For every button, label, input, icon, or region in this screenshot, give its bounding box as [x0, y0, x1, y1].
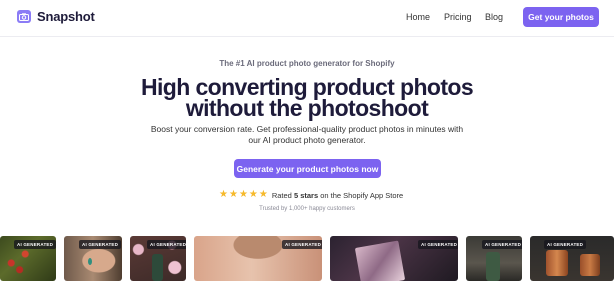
- gallery-photo-necklace: AI GENERATED: [194, 236, 322, 281]
- ai-generated-badge: AI GENERATED: [544, 240, 587, 249]
- star-icon: ★: [258, 189, 268, 200]
- rating-stars: ★ ★ ★ ★ ★: [219, 190, 268, 200]
- gallery-photo-green-bottle: AI GENERATED: [130, 236, 186, 281]
- hero-subtitle-line2: our AI product photo generator.: [248, 135, 366, 145]
- bottle-shape: [152, 254, 163, 281]
- rating-suffix: on the Shopify App Store: [320, 190, 404, 200]
- mug-shape: [546, 250, 568, 276]
- nav-link-pricing[interactable]: Pricing: [444, 12, 472, 22]
- ai-generated-badge: AI GENERATED: [14, 240, 56, 249]
- rating-highlight: 5 stars: [293, 190, 319, 200]
- get-photos-button[interactable]: Get your photos: [523, 7, 599, 27]
- ai-generated-badge: AI GENERATED: [282, 240, 322, 249]
- notebook-shape: [354, 240, 406, 281]
- nav-link-home[interactable]: Home: [406, 12, 430, 22]
- bottle-shape: [486, 252, 500, 281]
- star-icon: ★: [228, 189, 238, 200]
- hero-subtitle-line1: Boost your conversion rate. Get professi…: [150, 124, 464, 134]
- ai-generated-badge: AI GENERATED: [418, 240, 458, 249]
- ai-generated-badge: AI GENERATED: [147, 240, 186, 249]
- nav-divider: [0, 36, 614, 37]
- gallery-photo-earring: AI GENERATED: [64, 236, 122, 281]
- hero-subtitle: Boost your conversion rate. Get professi…: [0, 124, 614, 146]
- star-icon: ★: [219, 189, 228, 200]
- top-nav: Snapshot Home Pricing Blog Get your phot…: [0, 0, 614, 34]
- hero-eyebrow: The #1 AI product photo generator for Sh…: [219, 59, 395, 68]
- rating-prefix: Rated: [271, 190, 292, 200]
- earring-shape: [88, 258, 92, 265]
- ai-generated-badge: AI GENERATED: [79, 240, 122, 249]
- brand-name: Snapshot: [37, 9, 95, 24]
- gallery-photo-notebook: AI GENERATED: [330, 236, 458, 281]
- gallery-photo-berries: AI GENERATED: [0, 236, 56, 281]
- nav-link-blog[interactable]: Blog: [485, 12, 503, 22]
- hero-headline-line2: without the photoshoot: [185, 95, 429, 121]
- camera-icon: [17, 10, 31, 23]
- trusted-text: Trusted by 1,000+ happy customers: [259, 206, 355, 212]
- gallery-photo-copper-mug: AI GENERATED: [530, 236, 614, 281]
- generate-photos-button[interactable]: Generate your product photos now: [234, 159, 381, 178]
- brand[interactable]: Snapshot: [17, 9, 95, 24]
- star-icon: ★: [238, 189, 248, 200]
- rating-text: Rated 5 stars on the Shopify App Store: [272, 191, 403, 200]
- mug-shape: [580, 254, 600, 276]
- star-icon: ★: [248, 189, 258, 200]
- hero-headline: High converting product photos without t…: [0, 76, 614, 121]
- photo-gallery: AI GENERATED AI GENERATED AI GENERATED A…: [0, 236, 614, 281]
- rating: ★ ★ ★ ★ ★ Rated 5 stars on the Shopify A…: [219, 190, 403, 200]
- gallery-photo-green-stand: AI GENERATED: [466, 236, 522, 281]
- ai-generated-badge: AI GENERATED: [482, 240, 522, 249]
